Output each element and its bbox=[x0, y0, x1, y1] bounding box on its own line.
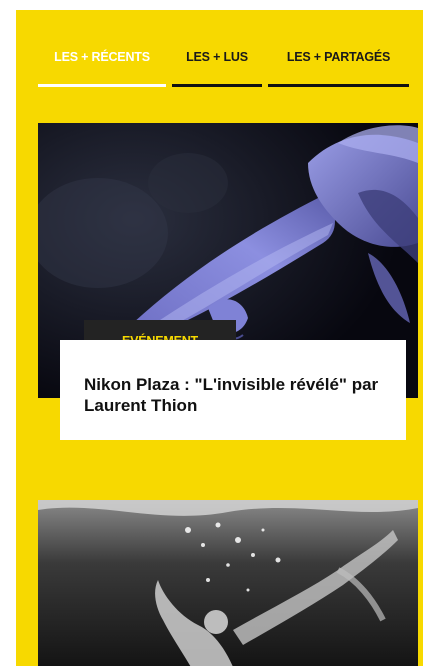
underwater-photo bbox=[38, 500, 418, 666]
article-tabs: LES + RÉCENTS LES + LUS LES + PARTAGÉS bbox=[38, 46, 413, 90]
tab-most-read-label: LES + LUS bbox=[186, 50, 248, 64]
tab-most-shared[interactable]: LES + PARTAGÉS bbox=[268, 46, 409, 87]
article-image-underwater[interactable] bbox=[38, 500, 418, 666]
content-panel: LES + RÉCENTS LES + LUS LES + PARTAGÉS N… bbox=[16, 10, 423, 666]
article-title[interactable]: Nikon Plaza : "L'invisible révélé" par L… bbox=[84, 374, 394, 416]
tab-most-shared-label: LES + PARTAGÉS bbox=[286, 50, 391, 64]
tab-most-read[interactable]: LES + LUS bbox=[172, 46, 262, 87]
tab-most-recent-label: LES + RÉCENTS bbox=[54, 50, 150, 64]
tab-underline bbox=[172, 84, 262, 87]
tab-active-underline bbox=[38, 84, 166, 87]
tab-most-recent[interactable]: LES + RÉCENTS bbox=[38, 46, 166, 87]
article-title-card[interactable]: Nikon Plaza : "L'invisible révélé" par L… bbox=[60, 340, 406, 440]
tab-underline bbox=[268, 84, 409, 87]
